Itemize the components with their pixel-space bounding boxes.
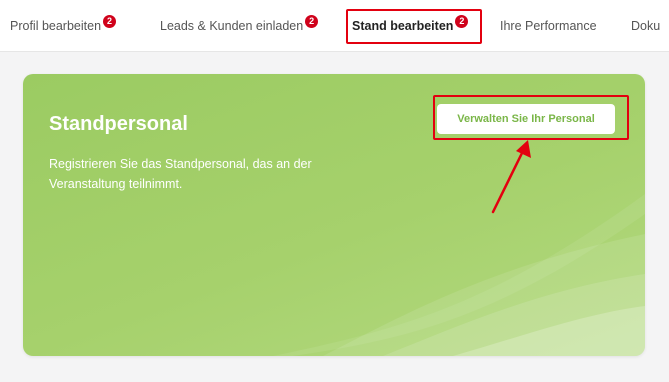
standpersonal-card: Standpersonal Registrieren Sie das Stand… (23, 74, 645, 356)
tab-bar: Profil bearbeiten 2 Leads & Kunden einla… (0, 0, 669, 52)
tab-label: Leads & Kunden einladen (160, 19, 304, 33)
tab-doku[interactable]: Doku (631, 0, 660, 52)
card-description: Registrieren Sie das Standpersonal, das … (49, 157, 312, 191)
tab-ihre-performance[interactable]: Ihre Performance (500, 0, 597, 52)
notification-badge: 2 (455, 14, 469, 28)
notification-badge: 2 (305, 14, 319, 28)
tab-label: Profil bearbeiten (10, 19, 102, 33)
notification-badge: 2 (103, 14, 117, 28)
manage-staff-button[interactable]: Verwalten Sie Ihr Personal (437, 104, 615, 134)
card-title: Standpersonal (49, 113, 188, 135)
tab-label: Doku (631, 19, 661, 33)
tab-leads-kunden-einladen[interactable]: Leads & Kunden einladen 2 (160, 0, 319, 52)
tab-profil-bearbeiten[interactable]: Profil bearbeiten 2 (10, 0, 117, 52)
tab-label: Ihre Performance (500, 19, 597, 33)
tab-label: Stand bearbeiten (352, 19, 454, 33)
tab-stand-bearbeiten[interactable]: Stand bearbeiten 2 (352, 0, 469, 52)
